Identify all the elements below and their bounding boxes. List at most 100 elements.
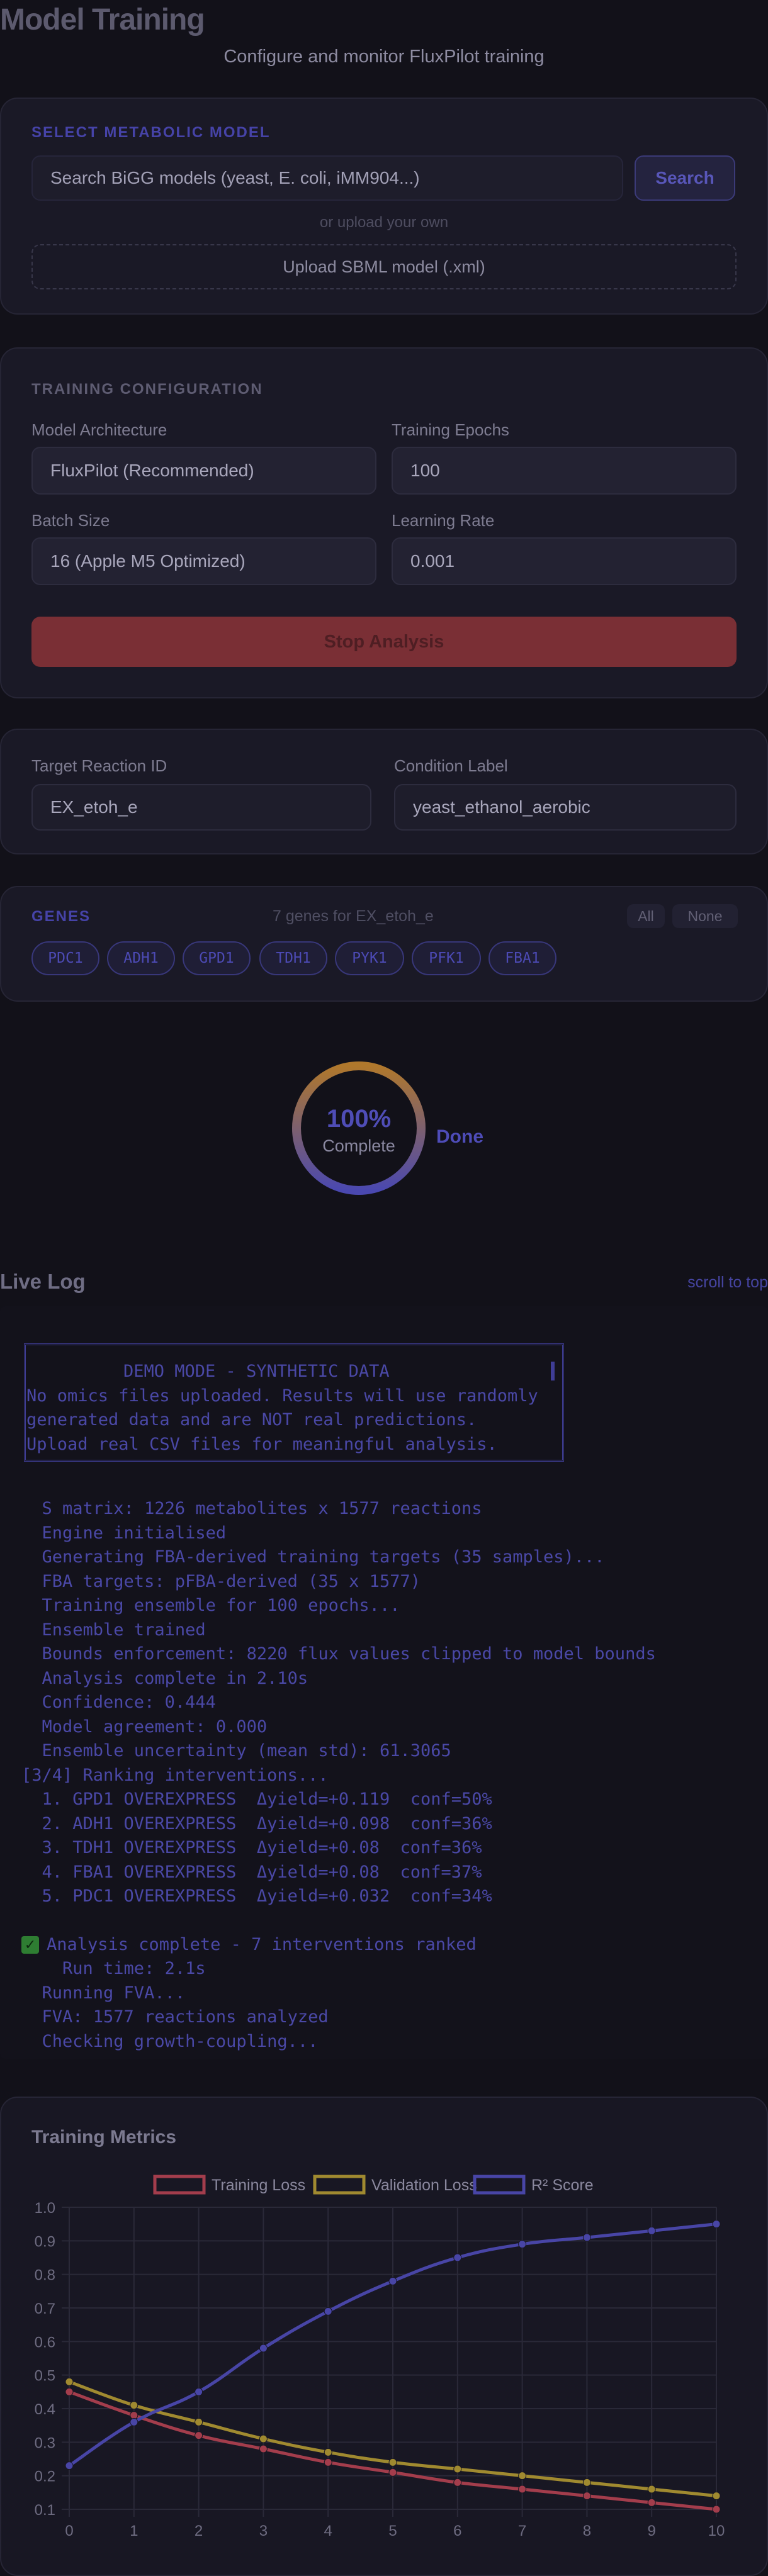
log-line: 4. FBA1 OVEREXPRESS Δyield=+0.08 conf=37… [21,1862,482,1882]
legend-label[interactable]: Validation Loss [371,2176,477,2194]
select-none-genes-button[interactable]: None [672,904,738,928]
series-point[interactable] [259,2444,268,2453]
gene-chip-tdh1[interactable]: TDH1 [259,941,327,975]
series-point[interactable] [582,2478,591,2487]
series-point[interactable] [324,2458,332,2467]
y-tick-label: 1.0 [35,2200,55,2217]
batch-size-label: Batch Size [31,511,110,530]
series-point[interactable] [388,2276,397,2285]
x-tick-label: 8 [583,2523,591,2540]
x-tick-label: 10 [708,2523,725,2540]
series-point[interactable] [647,2498,656,2507]
learning-rate-label: Learning Rate [392,511,495,530]
or-upload-text: or upload your own [319,214,449,231]
x-tick-label: 5 [388,2523,397,2540]
series-point[interactable] [453,2478,462,2487]
series-point[interactable] [388,2458,397,2467]
series-point[interactable] [647,2485,656,2494]
series-point[interactable] [259,2344,268,2353]
log-line: Generating FBA-derived training targets … [21,1547,605,1567]
x-tick-label: 0 [65,2523,73,2540]
log-line: Ensemble trained [21,1620,206,1640]
y-tick-label: 0.2 [35,2468,55,2485]
progress-status: Complete [322,1136,395,1155]
condition-value: yeast_ethanol_aerobic [413,797,590,817]
series-point[interactable] [130,2417,138,2426]
gene-chip-pyk1[interactable]: PYK1 [335,941,404,975]
legend-swatch[interactable] [473,2175,526,2195]
model-search-input[interactable]: Search BiGG models (yeast, E. coli, iMM9… [31,155,623,201]
architecture-select[interactable]: FluxPilot (Recommended) [31,447,376,495]
check-icon: ✓ [21,1936,39,1954]
series-point[interactable] [324,2307,332,2316]
series-point[interactable] [65,2461,74,2470]
series-point[interactable] [195,2387,203,2396]
training-metrics-title: Training Metrics [31,2127,177,2148]
series-point[interactable] [388,2468,397,2477]
target-reaction-label: Target Reaction ID [31,756,167,775]
target-reaction-input[interactable]: EX_etoh_e [31,784,371,831]
series-point[interactable] [582,2492,591,2500]
page-subtitle: Configure and monitor FluxPilot training [223,47,545,67]
log-line: Confidence: 0.444 [21,1693,216,1712]
series-point[interactable] [324,2448,332,2456]
series-point[interactable] [453,2253,462,2262]
condition-input[interactable]: yeast_ethanol_aerobic [394,784,737,831]
legend-label[interactable]: Training Loss [212,2176,305,2194]
batch-size-select[interactable]: 16 (Apple M5 Optimized) [31,537,376,585]
log-line: FBA targets: pFBA-derived (35 x 1577) [21,1571,421,1591]
x-tick-label: 2 [195,2523,203,2540]
live-log-panel[interactable]: DEMO MODE - SYNTHETIC DATA No omics files… [0,1306,768,2059]
series-point[interactable] [518,2240,527,2249]
series-point[interactable] [712,2492,721,2500]
training-metrics-chart: Training Loss Validation Loss R² Score 0.1… [35,2175,725,2540]
series-point[interactable] [712,2220,721,2229]
log-line: [3/4] Ranking interventions... [21,1765,329,1785]
series-point[interactable] [195,2431,203,2440]
search-button[interactable]: Search [635,155,735,201]
series-point[interactable] [130,2401,138,2410]
epochs-input[interactable]: 100 [392,447,737,495]
series-point[interactable] [65,2387,74,2396]
stop-analysis-button[interactable]: Stop Analysis [31,617,737,667]
gene-chip-adh1[interactable]: ADH1 [107,941,175,975]
target-reaction-value: EX_etoh_e [50,797,138,817]
log-tail-line: Run time: 2.1s [21,1959,206,1978]
series-point[interactable] [518,2472,527,2480]
x-tick-label: 4 [324,2523,332,2540]
log-line: Bounds enforcement: 8220 flux values cli… [21,1644,656,1664]
legend-swatch[interactable] [313,2175,366,2195]
chart-x-ticks: 0 1 2 3 4 5 6 7 8 9 10 [65,2523,725,2540]
series-point[interactable] [65,2377,74,2386]
y-tick-label: 0.3 [35,2434,55,2451]
legend-swatch[interactable] [153,2175,206,2195]
series-point[interactable] [712,2505,721,2514]
gene-chip-gpd1[interactable]: GPD1 [183,941,251,975]
series-point[interactable] [195,2417,203,2426]
y-tick-label: 0.5 [35,2368,55,2385]
upload-sbml-button[interactable]: Upload SBML model (.xml) [31,244,737,289]
log-line: 5. PDC1 OVEREXPRESS Δyield=+0.032 conf=3… [21,1886,492,1906]
epochs-label: Training Epochs [392,420,509,439]
series-point[interactable] [259,2434,268,2443]
chart-legend: Training Loss Validation Loss R² Score [153,2175,594,2195]
gene-chip-pdc1[interactable]: PDC1 [31,941,99,975]
series-point[interactable] [582,2233,591,2242]
scroll-to-top-link[interactable]: scroll to top [687,1274,768,1292]
model-select-section-label: SELECT METABOLIC MODEL [31,124,271,141]
batch-size-value: 16 (Apple M5 Optimized) [50,551,246,571]
series-point[interactable] [518,2485,527,2494]
y-tick-label: 0.9 [35,2233,55,2250]
log-tail-line: Running FVA... [21,1983,186,2003]
gene-chip-fba1[interactable]: FBA1 [488,941,556,975]
learning-rate-input[interactable]: 0.001 [392,537,737,585]
log-tail-line: FVA: 1577 reactions analyzed [21,2007,329,2027]
select-all-genes-button[interactable]: All [627,904,665,928]
genes-section-label: GENES [31,908,91,925]
legend-label[interactable]: R² Score [531,2176,594,2194]
gene-chip-pfk1[interactable]: PFK1 [412,941,481,975]
model-search-placeholder: Search BiGG models (yeast, E. coli, iMM9… [50,168,420,188]
log-complete-line: Analysis complete - 7 interventions rank… [47,1935,477,1954]
series-point[interactable] [647,2226,656,2235]
series-point[interactable] [453,2465,462,2473]
